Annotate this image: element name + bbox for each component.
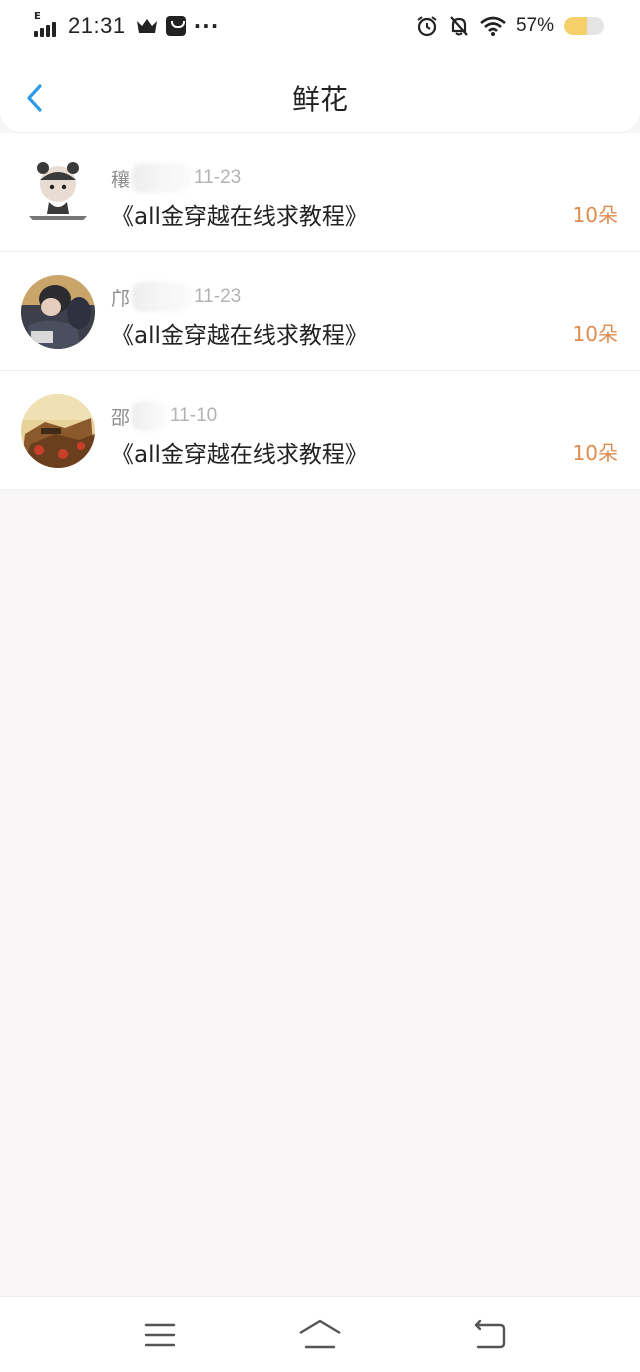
crown-icon [136, 19, 157, 33]
user-name: 穰 [111, 168, 131, 191]
flower-count: 10朵 [572, 441, 618, 465]
back-return-icon[interactable] [470, 1317, 510, 1353]
user-name: 邝 [111, 287, 131, 310]
redacted-mask [132, 401, 167, 431]
redacted-mask [132, 163, 191, 193]
record-meta: 邵 11-10 [111, 401, 217, 431]
nav-header: 鲜花 [0, 60, 640, 132]
book-title: 《all金穿越在线求教程》 [111, 204, 368, 230]
page-title: 鲜花 [291, 83, 348, 116]
record-date: 11-23 [194, 286, 242, 307]
home-icon[interactable] [298, 1317, 342, 1353]
record-date: 11-10 [170, 405, 218, 426]
shopping-bag-icon [165, 16, 186, 36]
system-nav-bar [0, 1296, 640, 1372]
network-type-label: E [34, 11, 41, 22]
flower-record-list: 穰 11-23 《all金穿越在线求教程》 10朵 邝 11-23 《all金穿… [0, 133, 640, 490]
avatar [21, 394, 95, 468]
menu-icon[interactable] [140, 1317, 180, 1353]
wifi-icon [480, 16, 506, 36]
user-name: 邵 [111, 406, 131, 429]
avatar [21, 156, 95, 230]
redacted-mask [132, 282, 191, 312]
mute-bell-icon [450, 16, 468, 36]
book-title: 《all金穿越在线求教程》 [111, 323, 368, 349]
top-area: E 21:31 ··· 57% 鲜花 [0, 0, 640, 132]
avatar [21, 275, 95, 349]
battery-percent: 57% [515, 15, 554, 36]
record-meta: 邝 11-23 [111, 282, 241, 312]
more-dots-icon: ··· [193, 14, 220, 38]
status-bar: E 21:31 ··· 57% [0, 0, 640, 52]
book-title: 《all金穿越在线求教程》 [111, 442, 368, 468]
record-meta: 穰 11-23 [111, 163, 241, 193]
list-item[interactable]: 穰 11-23 《all金穿越在线求教程》 10朵 [0, 133, 640, 252]
alarm-icon [417, 16, 437, 37]
status-time: 21:31 [68, 13, 126, 38]
battery-icon [564, 17, 604, 35]
list-item[interactable]: 邵 11-10 《all金穿越在线求教程》 10朵 [0, 371, 640, 490]
list-item[interactable]: 邝 11-23 《all金穿越在线求教程》 10朵 [0, 252, 640, 371]
record-date: 11-23 [194, 167, 242, 188]
flower-count: 10朵 [572, 203, 618, 227]
signal-icon: E [34, 11, 62, 37]
flower-count: 10朵 [572, 322, 618, 346]
